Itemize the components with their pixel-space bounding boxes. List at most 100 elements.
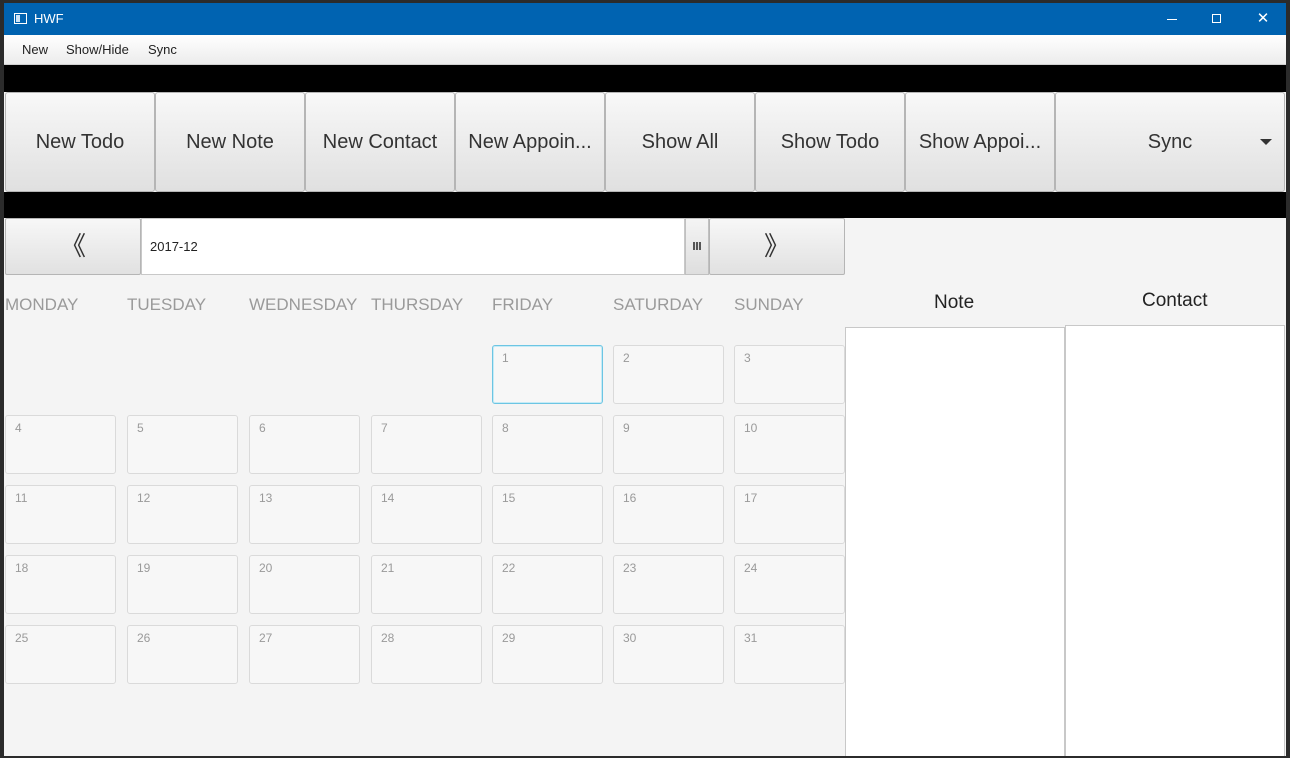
calendar-day-cell[interactable]: 30: [613, 625, 724, 684]
calendar-day-cell[interactable]: 4: [5, 415, 116, 474]
calendar-day-number: 3: [744, 351, 751, 365]
calendar-day-cell[interactable]: 7: [371, 415, 482, 474]
calendar-day-cell[interactable]: 10: [734, 415, 845, 474]
weekday-label: TUESDAY: [127, 295, 207, 314]
maximize-button[interactable]: [1194, 3, 1240, 35]
contact-panel-title: Contact: [1142, 290, 1208, 311]
calendar-day-number: 15: [502, 491, 516, 505]
calendar-day-cell[interactable]: 1: [492, 345, 603, 404]
calendar-day-number: 13: [259, 491, 273, 505]
new-appointment-button[interactable]: New Appoin...: [455, 92, 605, 192]
calendar-day-cell[interactable]: 21: [371, 555, 482, 614]
window-title: HWF: [34, 11, 64, 26]
calendar-picker-button[interactable]: [685, 218, 709, 275]
calendar-day-number: 5: [137, 421, 144, 435]
maximize-icon: [1212, 14, 1221, 23]
calendar-day-cell[interactable]: 17: [734, 485, 845, 544]
toolbar-top-band: [4, 65, 1286, 92]
calendar-day-number: 8: [502, 421, 509, 435]
calendar-day-cell[interactable]: 19: [127, 555, 238, 614]
calendar-day-number: 16: [623, 491, 637, 505]
new-note-button[interactable]: New Note: [155, 92, 305, 192]
close-button[interactable]: ✕: [1240, 3, 1286, 35]
calendar-day-number: 12: [137, 491, 151, 505]
next-month-button[interactable]: 》: [709, 218, 845, 275]
calendar-day-cell[interactable]: 15: [492, 485, 603, 544]
calendar-day-number: 23: [623, 561, 637, 575]
calendar-day-number: 22: [502, 561, 516, 575]
calendar-day-number: 28: [381, 631, 395, 645]
calendar-day-number: 31: [744, 631, 758, 645]
calendar-day-cell[interactable]: 28: [371, 625, 482, 684]
sync-button-label: Sync: [1147, 131, 1193, 153]
chevron-down-icon: [1260, 139, 1272, 145]
toolbar-bottom-band: [4, 192, 1286, 218]
calendar-day-number: 25: [15, 631, 29, 645]
calendar-day-number: 1: [502, 351, 509, 365]
show-appointment-button[interactable]: Show Appoi...: [905, 92, 1055, 192]
calendar-day-number: 24: [744, 561, 758, 575]
calendar-day-cell[interactable]: 3: [734, 345, 845, 404]
calendar-day-number: 11: [15, 491, 28, 505]
note-list[interactable]: [845, 327, 1065, 756]
month-picker-field[interactable]: 2017-12: [141, 218, 685, 275]
menu-new[interactable]: New: [22, 42, 48, 57]
new-todo-button[interactable]: New Todo: [5, 92, 155, 192]
show-todo-button[interactable]: Show Todo: [755, 92, 905, 192]
contact-list[interactable]: [1065, 325, 1285, 756]
weekday-label: THURSDAY: [371, 295, 464, 314]
calendar-day-cell[interactable]: 9: [613, 415, 724, 474]
calendar-day-cell[interactable]: 27: [249, 625, 360, 684]
calendar-day-cell[interactable]: 14: [371, 485, 482, 544]
weekday-label: WEDNESDAY: [249, 295, 358, 314]
close-icon: ✕: [1256, 10, 1270, 27]
calendar-day-cell[interactable]: 8: [492, 415, 603, 474]
menu-sync[interactable]: Sync: [148, 42, 177, 57]
minimize-button[interactable]: [1149, 3, 1195, 35]
calendar-day-number: 4: [15, 421, 22, 435]
weekday-label: SATURDAY: [613, 295, 704, 314]
calendar-day-cell[interactable]: 13: [249, 485, 360, 544]
calendar-day-number: 20: [259, 561, 273, 575]
show-all-button[interactable]: Show All: [605, 92, 755, 192]
calendar-day-cell[interactable]: 22: [492, 555, 603, 614]
new-contact-button[interactable]: New Contact: [305, 92, 455, 192]
calendar-day-cell[interactable]: 16: [613, 485, 724, 544]
weekday-label: MONDAY: [5, 295, 79, 314]
calendar-day-cell[interactable]: 2: [613, 345, 724, 404]
calendar-day-cell[interactable]: 23: [613, 555, 724, 614]
calendar-day-number: 17: [744, 491, 758, 505]
calendar-day-number: 26: [137, 631, 151, 645]
calendar-day-cell[interactable]: 18: [5, 555, 116, 614]
calendar-day-cell[interactable]: 31: [734, 625, 845, 684]
calendar-day-number: 29: [502, 631, 516, 645]
calendar-day-number: 21: [381, 561, 395, 575]
app-window: HWF ✕ New Show/Hide Sync New Todo New No…: [4, 3, 1286, 756]
calendar-day-cell[interactable]: 11: [5, 485, 116, 544]
menu-bar: New Show/Hide Sync: [4, 35, 1286, 65]
calendar-icon: [693, 242, 701, 250]
calendar-day-number: 6: [259, 421, 266, 435]
weekday-label: SUNDAY: [734, 295, 804, 314]
toolbar: New Todo New Note New Contact New Appoin…: [4, 92, 1286, 192]
calendar-day-number: 27: [259, 631, 273, 645]
calendar-day-cell[interactable]: 26: [127, 625, 238, 684]
calendar-day-cell[interactable]: 25: [5, 625, 116, 684]
calendar-day-cell[interactable]: 6: [249, 415, 360, 474]
weekday-label: FRIDAY: [492, 295, 554, 314]
calendar-day-cell[interactable]: 20: [249, 555, 360, 614]
calendar-day-number: 9: [623, 421, 630, 435]
title-bar[interactable]: HWF ✕: [4, 3, 1286, 35]
calendar-day-number: 14: [381, 491, 395, 505]
calendar-day-cell[interactable]: 12: [127, 485, 238, 544]
sync-menu-button[interactable]: Sync: [1055, 92, 1285, 192]
calendar-day-number: 7: [381, 421, 388, 435]
calendar-day-cell[interactable]: 24: [734, 555, 845, 614]
calendar-day-cell[interactable]: 29: [492, 625, 603, 684]
menu-show-hide[interactable]: Show/Hide: [66, 42, 129, 57]
calendar-day-number: 2: [623, 351, 630, 365]
calendar-day-number: 10: [744, 421, 758, 435]
calendar-day-cell[interactable]: 5: [127, 415, 238, 474]
prev-month-button[interactable]: 《: [5, 218, 141, 275]
app-window-icon: [14, 13, 27, 24]
